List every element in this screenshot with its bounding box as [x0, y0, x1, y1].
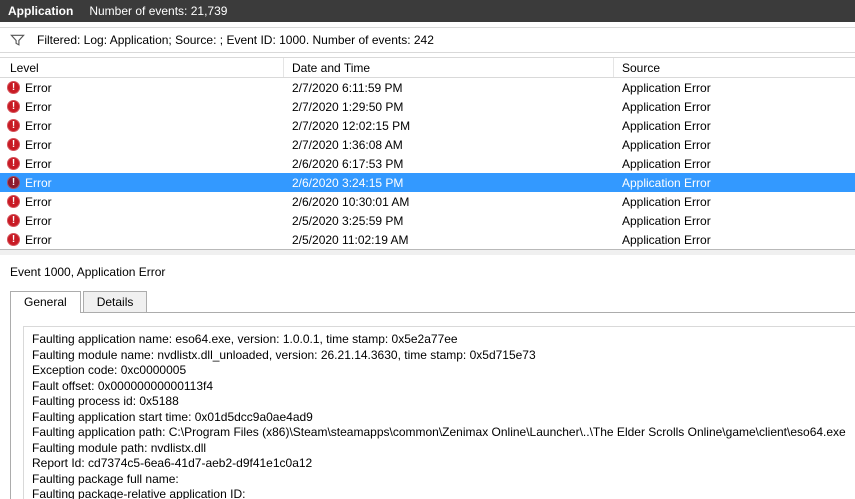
error-icon: ! — [7, 100, 20, 113]
error-icon: ! — [7, 119, 20, 132]
event-datetime: 2/7/2020 6:11:59 PM — [292, 80, 403, 95]
error-icon: ! — [7, 138, 20, 151]
event-datetime: 2/5/2020 3:25:59 PM — [292, 213, 404, 228]
error-icon: ! — [7, 233, 20, 246]
filter-summary-text: Filtered: Log: Application; Source: ; Ev… — [37, 33, 434, 47]
column-header-level[interactable]: Level — [0, 58, 284, 77]
event-datetime: 2/5/2020 11:02:19 AM — [292, 232, 409, 247]
event-datetime: 2/7/2020 1:36:08 AM — [292, 137, 403, 152]
detail-line: Faulting module name: nvdlistx.dll_unloa… — [32, 347, 536, 362]
event-level: Error — [25, 99, 52, 114]
event-row[interactable]: ! Error 2/6/2020 6:17:53 PM Application E… — [0, 154, 855, 173]
detail-line: Faulting module path: nvdlistx.dll — [32, 440, 207, 455]
event-viewer-window: Application Number of events: 21,739 Fil… — [0, 0, 855, 499]
event-datetime: 2/7/2020 1:29:50 PM — [292, 99, 404, 114]
event-row[interactable]: ! Error 2/7/2020 1:36:08 AM Application E… — [0, 135, 855, 154]
event-datetime: 2/6/2020 3:24:15 PM — [292, 175, 404, 190]
event-source: Application Error — [622, 137, 711, 152]
event-datetime: 2/6/2020 10:30:01 AM — [292, 194, 410, 209]
event-level: Error — [25, 175, 52, 190]
event-list: ! Error 2/7/2020 6:11:59 PM Application E… — [0, 78, 855, 249]
error-icon: ! — [7, 81, 20, 94]
event-level: Error — [25, 213, 52, 228]
filter-funnel-icon — [10, 33, 25, 48]
detail-line: Faulting application name: eso64.exe, ve… — [32, 332, 458, 346]
detail-line: Faulting application path: C:\Program Fi… — [32, 425, 846, 439]
event-source: Application Error — [622, 99, 711, 114]
detail-pane-title: Event 1000, Application Error — [10, 265, 166, 279]
event-row[interactable]: ! Error 2/7/2020 6:11:59 PM Application E… — [0, 78, 855, 97]
tab-details[interactable]: Details — [82, 291, 148, 312]
column-header-datetime[interactable]: Date and Time — [284, 58, 614, 77]
event-source: Application Error — [622, 156, 711, 171]
event-level: Error — [25, 232, 52, 247]
event-level: Error — [25, 194, 52, 209]
event-source: Application Error — [622, 80, 711, 95]
table-header: Level Date and Time Source — [0, 57, 855, 78]
detail-line: Exception code: 0xc0000005 — [32, 363, 187, 377]
event-level: Error — [25, 118, 52, 133]
event-level: Error — [25, 80, 52, 95]
detail-pane: Event 1000, Application Error General De… — [0, 255, 855, 499]
general-tab-content: Faulting application name: eso64.exe, ve… — [10, 312, 855, 499]
error-icon: ! — [7, 157, 20, 170]
detail-line: Faulting application start time: 0x01d5d… — [32, 409, 313, 424]
event-row[interactable]: ! Error 2/5/2020 3:25:59 PM Application E… — [0, 211, 855, 230]
detail-line: Faulting package full name: — [32, 471, 179, 486]
event-datetime: 2/6/2020 6:17:53 PM — [292, 156, 404, 171]
event-source: Application Error — [622, 118, 711, 133]
event-source: Application Error — [622, 232, 711, 247]
event-source: Application Error — [622, 194, 711, 209]
filter-bar: Filtered: Log: Application; Source: ; Ev… — [0, 27, 855, 53]
detail-line: Faulting package-relative application ID… — [32, 487, 246, 499]
event-row[interactable]: ! Error 2/5/2020 11:02:19 AM Application … — [0, 230, 855, 249]
detail-line: Faulting process id: 0x5188 — [32, 394, 179, 408]
event-row[interactable]: ! Error 2/6/2020 10:30:01 AM Application … — [0, 192, 855, 211]
events-count-label: Number of events: 21,739 — [89, 4, 228, 18]
event-level: Error — [25, 137, 52, 152]
event-datetime: 2/7/2020 12:02:15 PM — [292, 118, 411, 133]
error-icon: ! — [7, 214, 20, 227]
detail-line: Report Id: cd7374c5-6ea6-41d7-aeb2-d9f41… — [32, 456, 313, 470]
event-description-box[interactable]: Faulting application name: eso64.exe, ve… — [23, 326, 855, 499]
event-level: Error — [25, 156, 52, 171]
event-row[interactable]: ! Error 2/7/2020 12:02:15 PM Application … — [0, 116, 855, 135]
detail-tabs: General Details — [10, 291, 855, 313]
event-source: Application Error — [622, 213, 711, 228]
event-source: Application Error — [622, 175, 711, 190]
error-icon: ! — [7, 195, 20, 208]
event-row[interactable]: ! Error 2/7/2020 1:29:50 PM Application E… — [0, 97, 855, 116]
error-icon: ! — [7, 176, 20, 189]
detail-line: Fault offset: 0x00000000000113f4 — [32, 378, 214, 393]
column-header-source[interactable]: Source — [614, 58, 855, 77]
log-name-label: Application — [8, 4, 74, 18]
tab-general[interactable]: General — [10, 291, 81, 313]
titlebar: Application Number of events: 21,739 — [0, 0, 855, 22]
event-row-selected[interactable]: ! Error 2/6/2020 3:24:15 PM Application E… — [0, 173, 855, 192]
